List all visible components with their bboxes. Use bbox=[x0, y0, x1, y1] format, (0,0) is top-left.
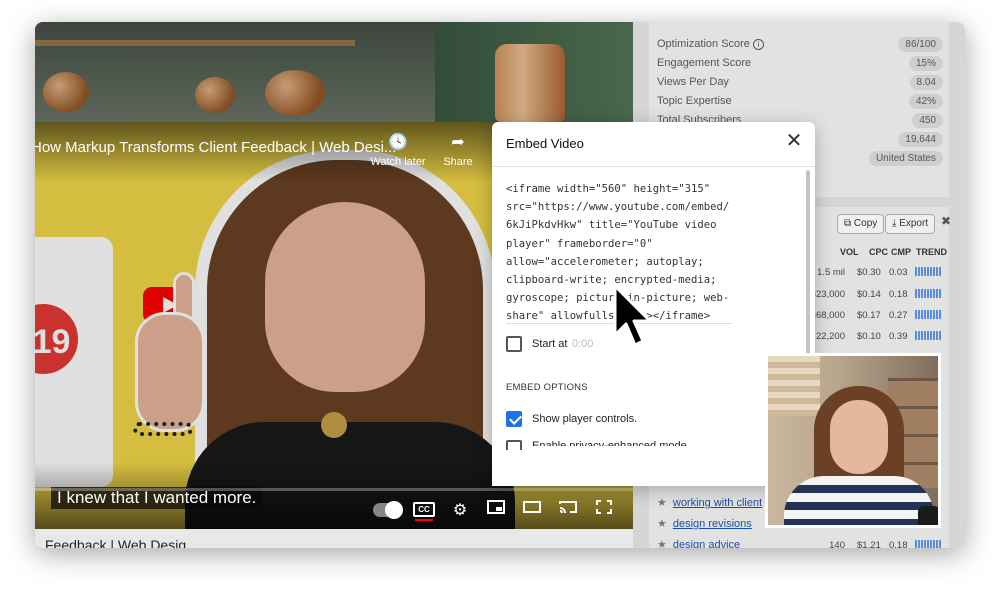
stat-views-per-day: Views Per Day 8.04 bbox=[657, 74, 943, 92]
wall-weaving bbox=[768, 356, 820, 416]
copy-button[interactable]: ⧉ Copy bbox=[837, 214, 885, 234]
stat-optimization-score: Optimization Score i 86/100 bbox=[657, 36, 943, 54]
start-at-label: Start at bbox=[532, 338, 568, 350]
info-icon[interactable]: i bbox=[752, 39, 764, 50]
share-button[interactable]: ➦ Share bbox=[423, 132, 493, 168]
keyword-row: 140 $1.21 0.18 bbox=[753, 540, 943, 548]
export-button[interactable]: ⤓ Export bbox=[885, 214, 936, 234]
keyword-link[interactable]: ★ design advice bbox=[657, 538, 740, 548]
column-cpc: CPC bbox=[869, 247, 889, 257]
keyword-link[interactable]: ★ working with client bbox=[657, 496, 762, 509]
webcam-overlay bbox=[765, 353, 941, 528]
trend-sparkline bbox=[915, 331, 941, 340]
fullscreen-icon[interactable] bbox=[591, 500, 617, 520]
mouse-cursor-icon bbox=[613, 284, 652, 347]
share-icon: ➦ bbox=[451, 134, 465, 151]
keyword-link[interactable]: ★ design revisions bbox=[657, 517, 752, 530]
presenter-shirt bbox=[784, 476, 934, 525]
settings-gear-icon[interactable]: ⚙ bbox=[447, 500, 473, 520]
autoplay-toggle[interactable] bbox=[373, 501, 403, 519]
trend-sparkline bbox=[915, 267, 941, 276]
privacy-mode-label: Enable privacy-enhanced mode. bbox=[532, 440, 690, 452]
stat-topic-expertise: Topic Expertise 42% bbox=[657, 93, 943, 111]
video-title-below: Feedback | Web Desig... bbox=[45, 537, 198, 548]
column-cmp: CMP bbox=[891, 247, 911, 257]
start-at-time-input[interactable]: 0:00 bbox=[572, 338, 593, 350]
embed-options-heading: EMBED OPTIONS bbox=[506, 382, 588, 393]
start-at-checkbox[interactable] bbox=[506, 336, 522, 352]
show-controls-checkbox[interactable] bbox=[506, 411, 522, 427]
trend-sparkline bbox=[915, 540, 941, 548]
star-icon[interactable]: ★ bbox=[657, 496, 667, 509]
trend-sparkline bbox=[915, 310, 941, 319]
column-trend: TREND bbox=[916, 247, 947, 257]
browser-window: 119 ow a! How Markup Transforms Client F… bbox=[35, 22, 965, 548]
video-title[interactable]: How Markup Transforms Client Feedback | … bbox=[35, 139, 396, 156]
close-icon[interactable]: ✕ bbox=[784, 131, 804, 152]
star-icon[interactable]: ★ bbox=[657, 517, 667, 530]
progress-bar[interactable] bbox=[35, 488, 633, 491]
stat-engagement-score: Engagement Score 15% bbox=[657, 55, 943, 73]
close-icon[interactable]: ✖ bbox=[941, 214, 951, 228]
miniplayer-icon[interactable] bbox=[483, 500, 509, 520]
trend-sparkline bbox=[915, 289, 941, 298]
kitchen-background bbox=[35, 22, 633, 122]
cast-icon[interactable] bbox=[555, 500, 581, 520]
show-controls-label: Show player controls. bbox=[532, 413, 638, 425]
theater-mode-icon[interactable] bbox=[519, 500, 545, 520]
star-icon[interactable]: ★ bbox=[657, 538, 667, 548]
closed-captions-button[interactable]: CC bbox=[413, 502, 435, 521]
dialog-title: Embed Video bbox=[506, 136, 584, 151]
microphone bbox=[918, 506, 938, 525]
presenter-face bbox=[830, 400, 888, 474]
column-vol: VOL bbox=[840, 247, 859, 257]
privacy-mode-checkbox[interactable] bbox=[506, 440, 522, 450]
